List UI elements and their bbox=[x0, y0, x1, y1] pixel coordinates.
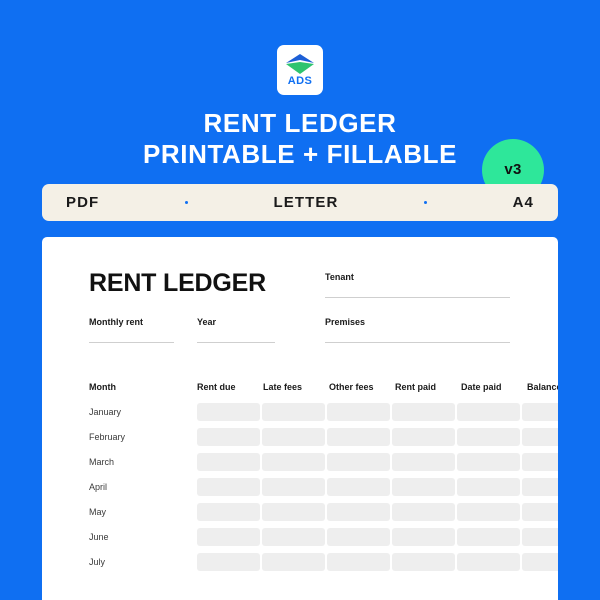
field-premises[interactable]: Premises bbox=[325, 317, 510, 343]
field-premises-rule bbox=[325, 342, 510, 343]
format-separator-dot-icon bbox=[99, 201, 273, 204]
format-item-letter: LETTER bbox=[273, 194, 339, 211]
table-cell-input[interactable] bbox=[392, 553, 455, 571]
table-row: April bbox=[89, 478, 558, 503]
table-cell-input[interactable] bbox=[522, 453, 558, 471]
rent-ledger-table: Month Rent due Late fees Other fees Rent pai… bbox=[89, 382, 558, 578]
table-row: March bbox=[89, 453, 558, 478]
table-cell-input[interactable] bbox=[262, 453, 325, 471]
title-line-1: RENT LEDGER bbox=[203, 108, 397, 138]
document-preview-card: RENT LEDGER Tenant Premises Monthly rent… bbox=[42, 237, 558, 600]
table-cell-input[interactable] bbox=[327, 478, 390, 496]
format-separator-dot-icon bbox=[338, 201, 512, 204]
table-cell-input[interactable] bbox=[457, 503, 520, 521]
table-cell-input[interactable] bbox=[327, 503, 390, 521]
table-cell-input[interactable] bbox=[197, 428, 260, 446]
table-cell-input[interactable] bbox=[197, 528, 260, 546]
row-month-label: March bbox=[89, 457, 115, 467]
column-header: Other fees bbox=[329, 382, 374, 392]
table-cell-input[interactable] bbox=[392, 453, 455, 471]
table-row: February bbox=[89, 428, 558, 453]
table-cell-input[interactable] bbox=[262, 428, 325, 446]
table-cell-input[interactable] bbox=[392, 503, 455, 521]
column-header: Date paid bbox=[461, 382, 502, 392]
table-cell-input[interactable] bbox=[262, 503, 325, 521]
table-row: January bbox=[89, 403, 558, 428]
table-cell-input[interactable] bbox=[392, 403, 455, 421]
table-cell-input[interactable] bbox=[392, 478, 455, 496]
table-cell-input[interactable] bbox=[457, 403, 520, 421]
version-badge-label: v3 bbox=[504, 161, 522, 178]
table-cell-input[interactable] bbox=[262, 403, 325, 421]
table-cell-input[interactable] bbox=[327, 428, 390, 446]
table-cell-input[interactable] bbox=[522, 528, 558, 546]
table-cell-input[interactable] bbox=[522, 503, 558, 521]
brand-logo-tile: ADS bbox=[277, 45, 323, 95]
table-cell-input[interactable] bbox=[392, 428, 455, 446]
table-cell-input[interactable] bbox=[522, 428, 558, 446]
table-cell-input[interactable] bbox=[327, 403, 390, 421]
column-header: Late fees bbox=[263, 382, 303, 392]
format-bar: PDF LETTER A4 bbox=[42, 184, 558, 221]
field-premises-label: Premises bbox=[325, 317, 366, 327]
table-cell-input[interactable] bbox=[522, 478, 558, 496]
field-monthly-rent-rule bbox=[89, 342, 174, 343]
field-tenant-rule bbox=[325, 297, 510, 298]
row-month-label: June bbox=[89, 532, 109, 542]
table-cell-input[interactable] bbox=[327, 553, 390, 571]
table-cell-input[interactable] bbox=[262, 528, 325, 546]
table-cell-input[interactable] bbox=[522, 403, 558, 421]
table-cell-input[interactable] bbox=[262, 478, 325, 496]
table-cell-input[interactable] bbox=[522, 553, 558, 571]
listing-preview: ADS RENT LEDGER PRINTABLE + FILLABLE v3 … bbox=[0, 0, 600, 600]
row-month-label: May bbox=[89, 507, 107, 517]
document-title: RENT LEDGER bbox=[89, 269, 266, 297]
table-row: June bbox=[89, 528, 558, 553]
field-tenant[interactable]: Tenant bbox=[325, 272, 510, 298]
table-row: May bbox=[89, 503, 558, 528]
field-year-rule bbox=[197, 342, 275, 343]
field-year[interactable]: Year bbox=[197, 317, 275, 343]
ads-diamond-logo-icon bbox=[286, 54, 314, 74]
column-header: Rent paid bbox=[395, 382, 437, 392]
row-month-label: January bbox=[89, 407, 122, 417]
format-item-a4: A4 bbox=[512, 194, 534, 211]
table-cell-input[interactable] bbox=[197, 453, 260, 471]
row-month-label: February bbox=[89, 432, 126, 442]
field-year-label: Year bbox=[197, 317, 217, 327]
field-tenant-label: Tenant bbox=[325, 272, 354, 282]
row-month-label: July bbox=[89, 557, 106, 567]
table-cell-input[interactable] bbox=[327, 453, 390, 471]
table-cell-input[interactable] bbox=[457, 428, 520, 446]
table-cell-input[interactable] bbox=[457, 478, 520, 496]
field-monthly-rent[interactable]: Monthly rent bbox=[89, 317, 174, 343]
table-cell-input[interactable] bbox=[197, 403, 260, 421]
table-cell-input[interactable] bbox=[457, 528, 520, 546]
table-cell-input[interactable] bbox=[457, 453, 520, 471]
table-cell-input[interactable] bbox=[457, 553, 520, 571]
format-item-pdf: PDF bbox=[66, 194, 100, 211]
brand-wordmark: ADS bbox=[287, 75, 313, 87]
table-cell-input[interactable] bbox=[197, 503, 260, 521]
table-cell-input[interactable] bbox=[392, 528, 455, 546]
column-header: Balance bbox=[527, 382, 558, 392]
table-cell-input[interactable] bbox=[262, 553, 325, 571]
table-row: July bbox=[89, 553, 558, 578]
field-monthly-rent-label: Monthly rent bbox=[89, 317, 143, 327]
row-month-label: April bbox=[89, 482, 108, 492]
table-header-row: Month Rent due Late fees Other fees Rent pai… bbox=[89, 382, 558, 403]
column-header: Month bbox=[89, 382, 116, 392]
table-cell-input[interactable] bbox=[197, 553, 260, 571]
table-cell-input[interactable] bbox=[327, 528, 390, 546]
table-cell-input[interactable] bbox=[197, 478, 260, 496]
column-header: Rent due bbox=[197, 382, 236, 392]
